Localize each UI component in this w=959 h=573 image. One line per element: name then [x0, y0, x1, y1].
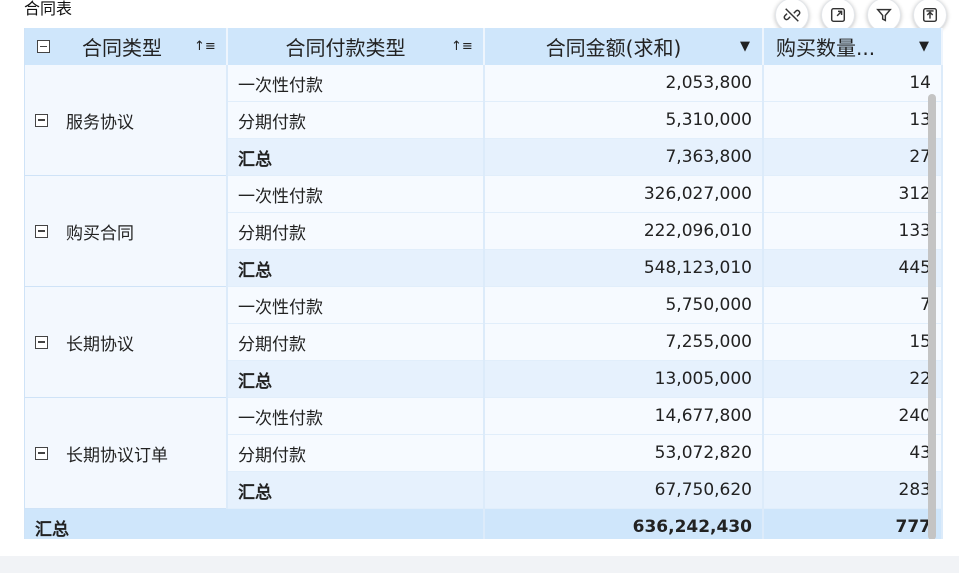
header-amount[interactable]: 合同金额(求和) ▼: [484, 28, 764, 65]
amount-cell: 7,363,800: [484, 138, 764, 176]
quantity-cell: 15: [763, 323, 943, 361]
payment-type-cell: 一次性付款: [227, 65, 485, 102]
quantity-cell: 14: [763, 65, 943, 102]
quantity-cell: 22: [763, 360, 943, 398]
table-body: 服务协议 一次性付款 2,053,800 14 分期付款 5,310,000 13 汇总 7,3…: [25, 65, 943, 539]
payment-type-cell: 分期付款: [227, 101, 485, 139]
collapse-all-icon[interactable]: [37, 40, 50, 53]
quantity-cell: 445: [763, 249, 943, 287]
collapse-icon[interactable]: [35, 335, 48, 349]
payment-type-cell: 一次性付款: [227, 397, 485, 435]
payment-type-cell: 汇总: [227, 249, 485, 287]
group-label: 长期协议订单: [66, 445, 168, 466]
table-row: 服务协议 一次性付款 2,053,800 14: [25, 65, 943, 176]
dropdown-icon[interactable]: ▼: [909, 39, 929, 54]
quantity-cell: 133: [763, 212, 943, 250]
group-label: 服务协议: [66, 112, 134, 133]
payment-type-cell: 汇总: [227, 471, 485, 509]
grand-total-amount: 636,242,430: [484, 508, 764, 539]
quantity-cell: 43: [763, 434, 943, 472]
payment-type-cell: 分期付款: [227, 323, 485, 361]
collapse-icon[interactable]: [35, 113, 48, 127]
quantity-cell: 240: [763, 397, 943, 435]
grand-total-quantity: 777: [763, 508, 943, 539]
sort-icon[interactable]: ↑≡: [451, 39, 473, 54]
table-title: 合同表: [24, 0, 73, 18]
table-row: 长期协议 一次性付款 5,750,000 7: [25, 286, 943, 398]
header-row: 合同类型 ↑≡ 合同付款类型 ↑≡ 合同金额(求和) ▼ 购买数量... ▼: [25, 28, 943, 65]
group-cell: 长期协议: [25, 286, 228, 398]
quantity-cell: 312: [763, 175, 943, 213]
header-label: 合同类型: [82, 36, 162, 60]
pivot-table: 合同类型 ↑≡ 合同付款类型 ↑≡ 合同金额(求和) ▼ 购买数量... ▼ 服…: [24, 28, 943, 539]
quantity-cell: 7: [763, 286, 943, 324]
amount-cell: 14,677,800: [484, 397, 764, 435]
header-quantity[interactable]: 购买数量... ▼: [763, 28, 943, 65]
amount-cell: 326,027,000: [484, 175, 764, 213]
table-row: 长期协议订单 一次性付款 14,677,800 240: [25, 397, 943, 509]
quantity-cell: 13: [763, 101, 943, 139]
header-label: 购买数量...: [776, 36, 876, 60]
amount-cell: 548,123,010: [484, 249, 764, 287]
grand-total-label: 汇总: [25, 508, 485, 539]
header-label: 合同付款类型: [285, 36, 406, 60]
data-table: 合同类型 ↑≡ 合同付款类型 ↑≡ 合同金额(求和) ▼ 购买数量... ▼ 服…: [25, 28, 943, 539]
vertical-scrollbar[interactable]: [928, 94, 936, 539]
collapse-icon[interactable]: [35, 224, 48, 238]
amount-cell: 53,072,820: [484, 434, 764, 472]
group-label: 购买合同: [66, 223, 134, 244]
collapse-icon[interactable]: [35, 446, 48, 460]
payment-type-cell: 一次性付款: [227, 175, 485, 213]
amount-cell: 222,096,010: [484, 212, 764, 250]
header-label: 合同金额(求和): [545, 36, 682, 60]
amount-cell: 5,750,000: [484, 286, 764, 324]
group-cell: 长期协议订单: [25, 397, 228, 509]
quantity-cell: 27: [763, 138, 943, 176]
grand-total-row: 汇总 636,242,430 777: [25, 508, 943, 539]
amount-cell: 13,005,000: [484, 360, 764, 398]
amount-cell: 7,255,000: [484, 323, 764, 361]
page-background: [0, 556, 959, 573]
table-row: 购买合同 一次性付款 326,027,000 312: [25, 175, 943, 287]
header-contract-type[interactable]: 合同类型 ↑≡: [25, 28, 228, 65]
payment-type-cell: 一次性付款: [227, 286, 485, 324]
amount-cell: 2,053,800: [484, 65, 764, 102]
amount-cell: 5,310,000: [484, 101, 764, 139]
payment-type-cell: 汇总: [227, 360, 485, 398]
header-payment-type[interactable]: 合同付款类型 ↑≡: [227, 28, 485, 65]
amount-cell: 67,750,620: [484, 471, 764, 509]
group-cell: 购买合同: [25, 175, 228, 287]
payment-type-cell: 分期付款: [227, 212, 485, 250]
payment-type-cell: 分期付款: [227, 434, 485, 472]
quantity-cell: 283: [763, 471, 943, 509]
group-cell: 服务协议: [25, 65, 228, 176]
payment-type-cell: 汇总: [227, 138, 485, 176]
dropdown-icon[interactable]: ▼: [730, 39, 750, 54]
sort-icon[interactable]: ↑≡: [194, 39, 216, 54]
group-label: 长期协议: [66, 334, 134, 355]
